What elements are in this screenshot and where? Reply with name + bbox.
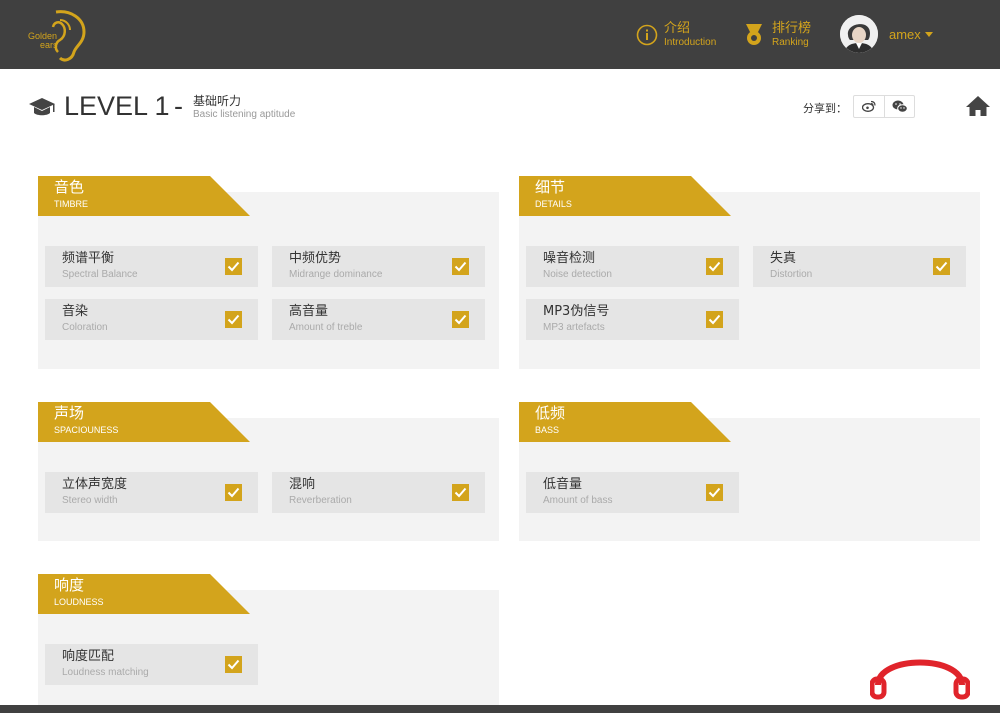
weibo-icon bbox=[861, 100, 876, 112]
section-bass: 低频 BASS 低音量 Amount of bass bbox=[519, 402, 980, 541]
section-loudness: 响度 LOUDNESS 响度匹配 Loudness matching bbox=[38, 574, 499, 705]
item-label-cn: 立体声宽度 bbox=[62, 477, 128, 492]
level-subtitle-cn: 基础听力 bbox=[193, 94, 242, 108]
section-title-cn: 声场 bbox=[54, 404, 85, 422]
test-item-midrange-dominance[interactable]: 中频优势 Midrange dominance bbox=[272, 246, 485, 287]
section-title-en: TIMBRE bbox=[54, 199, 89, 209]
item-label-cn: 响度匹配 bbox=[62, 649, 115, 664]
checkmark-icon bbox=[452, 258, 469, 275]
section-tab-bass: 低频 BASS bbox=[519, 402, 731, 442]
section-title-en: DETAILS bbox=[535, 199, 572, 209]
section-tab-details: 细节 DETAILS bbox=[519, 176, 731, 216]
share-wechat-button[interactable] bbox=[885, 96, 915, 117]
item-label-en: Reverberation bbox=[289, 495, 352, 506]
item-label-cn: 噪音检测 bbox=[543, 251, 596, 266]
test-item-coloration[interactable]: 音染 Coloration bbox=[45, 299, 258, 340]
nav-ranking[interactable]: 排行榜 Ranking bbox=[744, 20, 814, 52]
info-icon bbox=[636, 24, 658, 46]
wechat-icon bbox=[892, 100, 908, 113]
item-label-en: Distortion bbox=[770, 269, 813, 280]
logo-word-ears: ears bbox=[40, 40, 58, 50]
item-label-cn: 中频优势 bbox=[289, 251, 342, 266]
username: amex bbox=[889, 27, 921, 42]
test-item-amount-of-treble[interactable]: 高音量 Amount of treble bbox=[272, 299, 485, 340]
section-title-en: LOUDNESS bbox=[54, 597, 104, 607]
section-tab-timbre: 音色 TIMBRE bbox=[38, 176, 250, 216]
test-item-reverberation[interactable]: 混响 Reverberation bbox=[272, 472, 485, 513]
test-item-spectral-balance[interactable]: 频谱平衡 Spectral Balance bbox=[45, 246, 258, 287]
section-spaciousness: 声场 SPACIOUNESS 立体声宽度 Stereo width 混响 Rev… bbox=[38, 402, 499, 541]
level-subtitle-en: Basic listening aptitude bbox=[193, 109, 296, 120]
nav-ranking-en: Ranking bbox=[772, 37, 809, 48]
checkmark-icon bbox=[225, 656, 242, 673]
section-title-cn: 响度 bbox=[54, 576, 85, 594]
section-timbre: 音色 TIMBRE 频谱平衡 Spectral Balance 中频优势 Mid… bbox=[38, 176, 499, 369]
checkmark-icon bbox=[452, 484, 469, 501]
item-label-en: Midrange dominance bbox=[289, 269, 383, 280]
checkmark-icon bbox=[452, 311, 469, 328]
medal-icon bbox=[746, 24, 762, 45]
test-item-mp3-artefacts[interactable]: MP3伪信号 MP3 artefacts bbox=[526, 299, 739, 340]
nav-ranking-cn: 排行榜 bbox=[772, 21, 812, 36]
section-tab-loudness: 响度 LOUDNESS bbox=[38, 574, 250, 614]
test-item-loudness-matching[interactable]: 响度匹配 Loudness matching bbox=[45, 644, 258, 685]
checkmark-icon bbox=[933, 258, 950, 275]
item-label-en: Noise detection bbox=[543, 269, 612, 280]
item-label-en: Amount of bass bbox=[543, 495, 613, 506]
item-label-cn: 音染 bbox=[62, 304, 89, 319]
share-weibo-button[interactable] bbox=[854, 96, 884, 117]
golden-ears-logo[interactable]: Golden ears bbox=[26, 8, 92, 64]
headphones-watermark-icon bbox=[870, 659, 970, 700]
test-item-distortion[interactable]: 失真 Distortion bbox=[753, 246, 966, 287]
share-label: 分享到： bbox=[803, 102, 847, 115]
title-dash: - bbox=[174, 91, 183, 121]
section-title-en: SPACIOUNESS bbox=[54, 425, 119, 435]
checkmark-icon bbox=[225, 311, 242, 328]
section-title-cn: 低频 bbox=[535, 404, 566, 422]
nav-introduction-en: Introduction bbox=[664, 37, 717, 48]
item-label-cn: 失真 bbox=[770, 251, 797, 266]
test-item-stereo-width[interactable]: 立体声宽度 Stereo width bbox=[45, 472, 258, 513]
item-label-en: Loudness matching bbox=[62, 667, 149, 678]
item-label-en: Coloration bbox=[62, 322, 108, 333]
item-label-cn: 混响 bbox=[289, 477, 316, 492]
bottom-strip bbox=[0, 705, 1000, 713]
page-title: LEVEL 1 bbox=[64, 91, 170, 121]
avatar[interactable] bbox=[840, 15, 878, 53]
nav-introduction[interactable]: 介绍 Introduction bbox=[636, 20, 726, 52]
item-label-en: Stereo width bbox=[62, 495, 118, 506]
item-label-en: MP3 artefacts bbox=[543, 322, 605, 333]
caret-down-icon bbox=[924, 32, 933, 37]
user-silhouette-icon bbox=[840, 15, 878, 53]
checkmark-icon bbox=[225, 484, 242, 501]
item-label-cn: 低音量 bbox=[543, 477, 583, 492]
graduation-cap-icon bbox=[29, 98, 55, 116]
item-label-cn: 高音量 bbox=[289, 304, 329, 319]
item-label-en: Amount of treble bbox=[289, 322, 363, 333]
item-label-cn: MP3伪信号 bbox=[543, 304, 610, 319]
user-menu[interactable]: amex bbox=[889, 27, 933, 42]
section-title-en: BASS bbox=[535, 425, 560, 435]
checkmark-icon bbox=[225, 258, 242, 275]
checkmark-icon bbox=[706, 258, 723, 275]
section-details: 细节 DETAILS 噪音检测 Noise detection 失真 Disto… bbox=[519, 176, 980, 369]
share-buttons bbox=[853, 95, 915, 118]
checkmark-icon bbox=[706, 484, 723, 501]
section-title-cn: 音色 bbox=[54, 178, 85, 196]
item-label-en: Spectral Balance bbox=[62, 269, 138, 280]
section-title-cn: 细节 bbox=[535, 178, 566, 196]
section-tab-spaciousness: 声场 SPACIOUNESS bbox=[38, 402, 250, 442]
home-icon[interactable] bbox=[965, 95, 991, 117]
item-label-cn: 频谱平衡 bbox=[62, 251, 115, 266]
top-bar: Golden ears 介绍 Introduction 排行榜 Ranking … bbox=[0, 0, 1000, 69]
test-item-amount-of-bass[interactable]: 低音量 Amount of bass bbox=[526, 472, 739, 513]
nav-introduction-cn: 介绍 bbox=[664, 21, 691, 36]
checkmark-icon bbox=[706, 311, 723, 328]
test-item-noise-detection[interactable]: 噪音检测 Noise detection bbox=[526, 246, 739, 287]
